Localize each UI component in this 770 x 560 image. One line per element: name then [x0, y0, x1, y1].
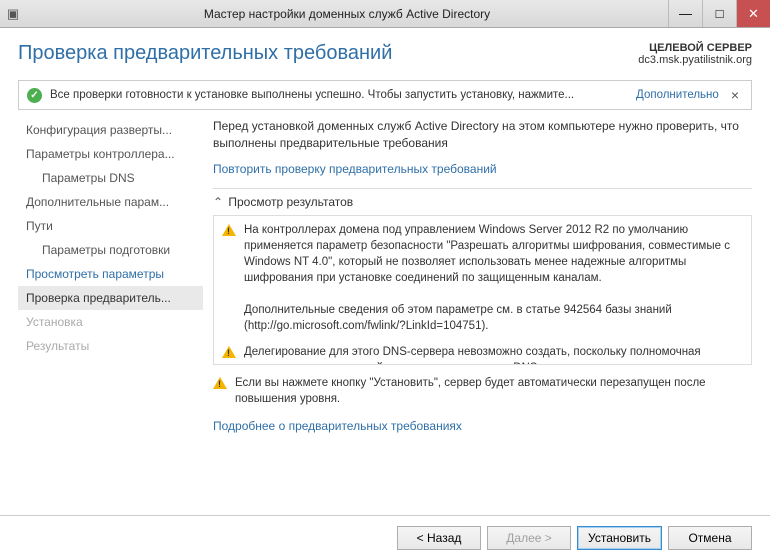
target-server-name: dc3.msk.pyatilistnik.org [638, 54, 752, 66]
app-icon: ▣ [0, 6, 26, 22]
rerun-check-link[interactable]: Повторить проверку предварительных требо… [213, 162, 497, 176]
warning-text: На контроллерах домена под управлением W… [244, 222, 743, 335]
target-server-info: ЦЕЛЕВОЙ СЕРВЕР dc3.msk.pyatilistnik.org [638, 42, 752, 66]
warning-text: Делегирование для этого DNS-сервера нево… [244, 344, 743, 364]
success-icon: ✓ [27, 88, 42, 103]
cancel-button[interactable]: Отмена [668, 526, 752, 550]
warning-item: На контроллерах домена под управлением W… [222, 222, 743, 335]
results-header-label: Просмотр результатов [228, 195, 353, 209]
footer-warning: Если вы нажмете кнопку "Установить", сер… [213, 375, 752, 407]
footer-warning-text: Если вы нажмете кнопку "Установить", сер… [235, 375, 752, 407]
minimize-button[interactable]: — [668, 0, 702, 27]
nav-item[interactable]: Пути [18, 214, 203, 238]
target-label: ЦЕЛЕВОЙ СЕРВЕР [638, 42, 752, 54]
content-pane: Перед установкой доменных служб Active D… [203, 118, 752, 433]
more-info-link[interactable]: Подробнее о предварительных требованиях [213, 419, 462, 433]
warning-icon [222, 346, 236, 358]
status-close-icon[interactable]: × [727, 87, 743, 103]
status-more-link[interactable]: Дополнительно [636, 89, 719, 101]
nav-item[interactable]: Параметры DNS [18, 166, 203, 190]
status-bar: ✓ Все проверки готовности к установке вы… [18, 80, 752, 110]
collapse-icon: ⌃ [213, 195, 225, 209]
main-columns: Конфигурация разверты... Параметры контр… [18, 118, 752, 433]
nav-item: Результаты [18, 334, 203, 358]
results-box[interactable]: На контроллерах домена под управлением W… [213, 215, 752, 365]
wizard-nav: Конфигурация разверты... Параметры контр… [18, 118, 203, 433]
nav-item[interactable]: Параметры подготовки [18, 238, 203, 262]
maximize-button[interactable]: □ [702, 0, 736, 27]
title-bar: ▣ Мастер настройки доменных служб Active… [0, 0, 770, 28]
page-title: Проверка предварительных требований [18, 42, 392, 65]
close-button[interactable]: ✕ [736, 0, 770, 27]
page-header: Проверка предварительных требований ЦЕЛЕ… [18, 42, 752, 66]
nav-item[interactable]: Конфигурация разверты... [18, 118, 203, 142]
button-bar: < Назад Далее > Установить Отмена [0, 515, 770, 560]
window-title: Мастер настройки доменных служб Active D… [26, 7, 668, 21]
nav-item[interactable]: Параметры контроллера... [18, 142, 203, 166]
next-button: Далее > [487, 526, 571, 550]
warning-item: Делегирование для этого DNS-сервера нево… [222, 344, 743, 364]
install-button[interactable]: Установить [577, 526, 662, 550]
nav-item-active[interactable]: Проверка предваритель... [18, 286, 203, 310]
nav-item: Установка [18, 310, 203, 334]
results-section-header[interactable]: ⌃ Просмотр результатов [213, 188, 752, 209]
warning-icon [222, 224, 236, 236]
status-message: Все проверки готовности к установке выпо… [50, 89, 628, 101]
back-button[interactable]: < Назад [397, 526, 481, 550]
intro-text: Перед установкой доменных служб Active D… [213, 118, 752, 152]
nav-item[interactable]: Дополнительные парам... [18, 190, 203, 214]
warning-icon [213, 377, 227, 389]
nav-item[interactable]: Просмотреть параметры [18, 262, 203, 286]
content-area: Проверка предварительных требований ЦЕЛЕ… [0, 28, 770, 433]
window-controls: — □ ✕ [668, 0, 770, 27]
